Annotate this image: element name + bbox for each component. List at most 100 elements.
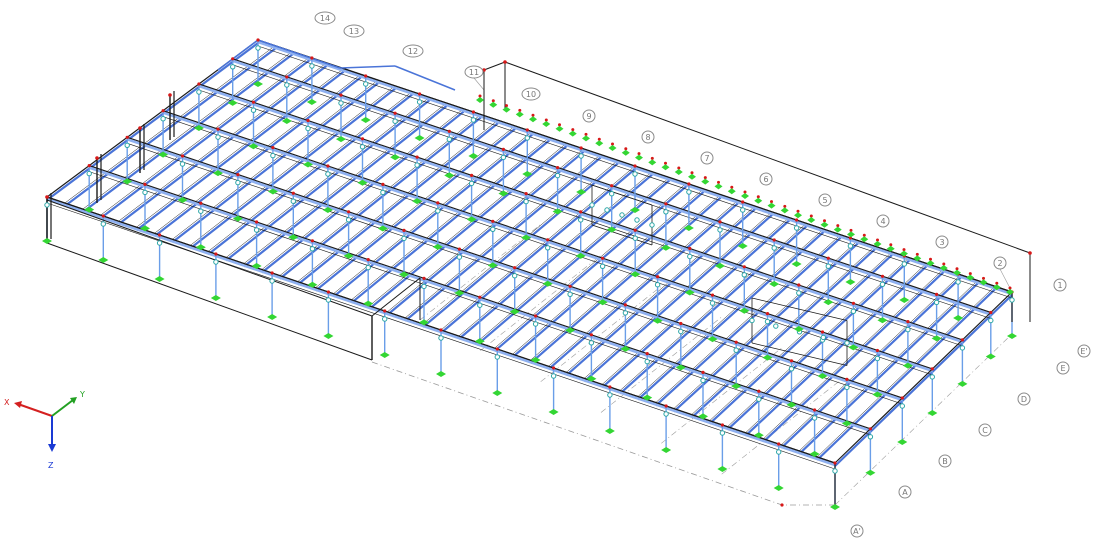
hinge-node xyxy=(788,366,795,372)
hinge-node xyxy=(456,254,463,260)
hinge-node xyxy=(988,317,994,324)
hinge-node xyxy=(363,81,369,87)
grid-bubble-9[interactable]: 9 xyxy=(582,109,596,123)
support-icon xyxy=(985,353,996,360)
grid-bubble-7[interactable]: 7 xyxy=(700,151,714,165)
axis-triad: X Y Z xyxy=(4,390,85,470)
grid-bubble-6[interactable]: 6 xyxy=(759,172,773,186)
grid-bubble-A-prime[interactable]: A' xyxy=(850,524,864,538)
node xyxy=(757,389,761,393)
hinge-node xyxy=(392,118,398,124)
node xyxy=(742,265,746,269)
node xyxy=(513,266,517,270)
support-icon xyxy=(379,352,390,358)
support-icon xyxy=(701,178,710,185)
node xyxy=(656,275,660,279)
hinge-node xyxy=(160,116,166,122)
support-icon xyxy=(845,279,856,285)
grid-bubble-12[interactable]: 12 xyxy=(402,44,424,58)
support-icon xyxy=(661,447,672,453)
node xyxy=(989,310,993,315)
hinge-node xyxy=(832,468,838,474)
hinge-node xyxy=(416,99,423,105)
support-icon xyxy=(529,116,537,123)
grid-bubble-label: 4 xyxy=(880,217,885,226)
rafter xyxy=(834,294,1013,467)
grid-bubble-2[interactable]: 2 xyxy=(993,256,1007,270)
support-icon xyxy=(515,111,524,118)
node xyxy=(930,367,934,371)
hinge-node xyxy=(776,449,782,455)
hinge-node xyxy=(741,272,747,278)
hinge-node xyxy=(588,340,595,346)
grid-leader xyxy=(473,77,485,91)
node xyxy=(199,201,203,205)
hinge-node xyxy=(309,246,316,252)
hinge-node xyxy=(255,45,261,51)
x-axis-arrow xyxy=(17,403,53,417)
grid-bubble-E-prime[interactable]: E' xyxy=(1077,344,1091,358)
grid-bubble-D[interactable]: D xyxy=(1017,392,1031,406)
node xyxy=(845,377,849,381)
node xyxy=(393,111,397,115)
support-icon xyxy=(773,485,784,491)
grid-bubble-8[interactable]: 8 xyxy=(641,130,655,144)
x-axis-label: X xyxy=(4,398,10,407)
node xyxy=(125,135,129,139)
support-icon xyxy=(468,153,479,159)
node xyxy=(780,503,784,507)
rafter xyxy=(637,231,825,401)
grid-bubble-14[interactable]: 14 xyxy=(314,11,336,25)
grid-bubble-4[interactable]: 4 xyxy=(876,214,890,228)
rafter-outline xyxy=(763,268,944,439)
grid-bubble-A[interactable]: A xyxy=(898,485,912,499)
support-icon xyxy=(847,231,855,238)
hinge-node xyxy=(905,326,911,333)
grid-line xyxy=(834,333,1013,506)
grid-bubble-11[interactable]: 11 xyxy=(464,65,484,79)
node xyxy=(236,173,240,177)
grid-bubble-13[interactable]: 13 xyxy=(343,24,365,38)
node xyxy=(501,147,505,151)
hinge-node xyxy=(253,227,260,233)
node xyxy=(813,408,817,412)
node xyxy=(360,137,365,141)
node xyxy=(935,292,939,296)
node xyxy=(138,126,142,130)
support-icon xyxy=(794,212,802,219)
rafter-outline xyxy=(655,234,841,403)
rafter xyxy=(440,168,636,334)
hinge-node xyxy=(773,323,779,329)
support-icon xyxy=(957,380,968,387)
hinge-node xyxy=(545,245,551,251)
support-icon xyxy=(595,140,604,147)
grid-bubble-label: 5 xyxy=(822,196,827,205)
grid-bubble-label: A xyxy=(902,488,908,497)
model-viewport[interactable]: 14 13 12 11 10 9 8 7 6 5 4 3 2 1 E' E D … xyxy=(0,0,1102,541)
grid-bubble-C[interactable]: C xyxy=(978,423,992,437)
hinge-node xyxy=(686,189,692,195)
hinge-node xyxy=(874,355,881,362)
hinge-node xyxy=(500,154,507,161)
hinge-node xyxy=(933,299,940,306)
grid-bubble-label: 1 xyxy=(1057,281,1062,290)
grid-bubble-5[interactable]: 5 xyxy=(818,193,832,207)
hinge-node xyxy=(663,411,669,417)
node xyxy=(556,166,560,170)
grid-bubble-E[interactable]: E xyxy=(1056,361,1070,375)
hinge-node xyxy=(156,240,163,246)
grid-bubble-B[interactable]: B xyxy=(938,454,952,468)
grid-bubble-10[interactable]: 10 xyxy=(521,87,541,101)
rafter-outline xyxy=(512,188,704,355)
node xyxy=(960,338,965,342)
node xyxy=(633,164,637,168)
hinge-node xyxy=(325,171,331,177)
node xyxy=(255,220,259,224)
node xyxy=(381,182,385,186)
node xyxy=(525,128,529,132)
node xyxy=(720,423,725,427)
node xyxy=(285,75,289,79)
node xyxy=(491,219,495,223)
grid-bubble-3[interactable]: 3 xyxy=(935,235,949,249)
grid-bubble-1[interactable]: 1 xyxy=(1053,278,1067,292)
